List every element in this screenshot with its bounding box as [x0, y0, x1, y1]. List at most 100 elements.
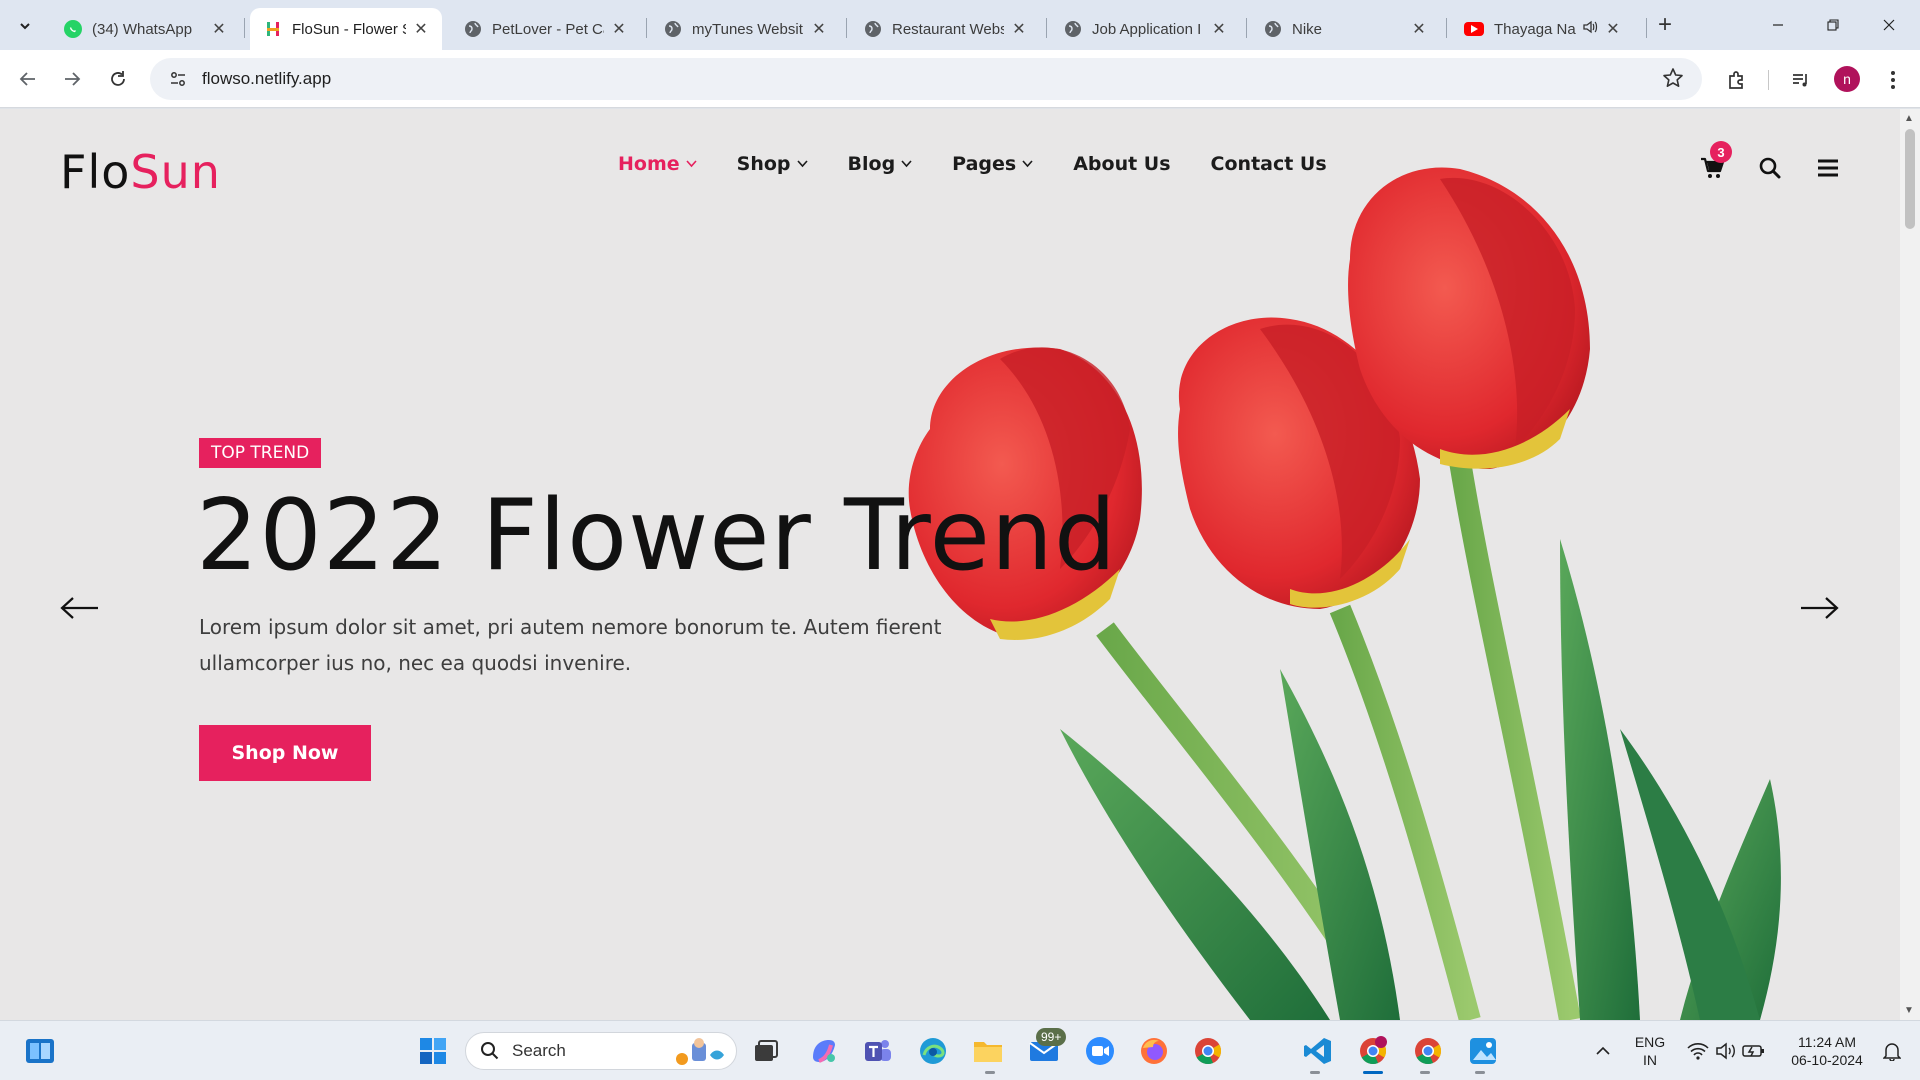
nav-label: Shop — [736, 153, 791, 175]
tab-search-button[interactable] — [10, 12, 40, 40]
photos-app-icon[interactable] — [1465, 1033, 1501, 1069]
chrome-profile-icon[interactable] — [1355, 1033, 1391, 1069]
running-indicator — [1420, 1071, 1430, 1074]
tab-nike[interactable]: Nike ✕ — [1250, 8, 1440, 50]
address-bar[interactable]: flowso.netlify.app — [150, 58, 1702, 100]
show-hidden-icons-chevron-icon[interactable] — [1585, 1033, 1621, 1069]
minimize-icon[interactable] — [1755, 8, 1801, 42]
chrome-icon[interactable] — [1190, 1033, 1226, 1069]
nav-about-us[interactable]: About Us — [1073, 153, 1170, 175]
language-indicator[interactable]: ENG IN — [1628, 1033, 1672, 1069]
site-logo[interactable]: FloSun — [60, 145, 221, 199]
restore-icon[interactable] — [1810, 8, 1856, 42]
taskbar-search-box[interactable]: Search — [465, 1032, 737, 1070]
search-icon[interactable] — [1755, 153, 1785, 183]
globe-icon — [1064, 20, 1082, 38]
clock-date: 06-10-2024 — [1791, 1052, 1863, 1068]
page-scrollbar[interactable]: ▲ ▼ — [1900, 109, 1920, 1020]
back-arrow-icon[interactable] — [12, 63, 44, 95]
search-highlight-illustration-icon — [676, 1038, 724, 1065]
close-tab-icon[interactable]: ✕ — [1210, 19, 1228, 39]
tab-divider — [646, 18, 647, 38]
nav-label: Blog — [847, 153, 896, 175]
forward-arrow-icon[interactable] — [56, 63, 88, 95]
nav-blog[interactable]: Blog — [848, 153, 913, 175]
tab-whatsapp[interactable]: (34) WhatsApp ✕ — [50, 8, 240, 50]
scroll-down-icon[interactable]: ▼ — [1904, 1005, 1914, 1016]
close-tab-icon[interactable]: ✕ — [412, 19, 430, 39]
profile-avatar[interactable]: n — [1834, 66, 1860, 92]
speaker-icon[interactable] — [1582, 19, 1598, 39]
toolbar-divider — [1768, 70, 1769, 90]
menu-kebab-icon[interactable] — [1878, 65, 1908, 95]
file-explorer-icon[interactable] — [970, 1033, 1006, 1069]
tab-restaurant[interactable]: Restaurant Webs ✕ — [850, 8, 1040, 50]
reload-icon[interactable] — [102, 63, 134, 95]
nav-pages[interactable]: Pages — [952, 153, 1033, 175]
tab-title: Thayaga Naa — [1494, 20, 1576, 38]
zoom-icon[interactable] — [1082, 1033, 1118, 1069]
firefox-icon[interactable] — [1136, 1033, 1172, 1069]
teams-icon[interactable] — [860, 1033, 896, 1069]
tab-title: (34) WhatsApp — [92, 20, 193, 38]
nav-label: Contact Us — [1210, 153, 1327, 175]
tab-divider — [1646, 18, 1647, 38]
close-tab-icon[interactable]: ✕ — [810, 19, 828, 39]
globe-icon — [1264, 20, 1282, 38]
nav-contact-us[interactable]: Contact Us — [1211, 153, 1327, 175]
scroll-up-icon[interactable]: ▲ — [1904, 113, 1914, 124]
slider-prev-arrow-icon[interactable] — [58, 593, 102, 623]
tab-mytunes[interactable]: myTunes Websit ✕ — [650, 8, 840, 50]
windows-start-icon[interactable] — [415, 1033, 451, 1069]
widgets-icon[interactable] — [22, 1033, 58, 1069]
scrollbar-thumb[interactable] — [1905, 129, 1915, 229]
tab-title: Restaurant Webs — [892, 20, 1004, 38]
nav-home[interactable]: Home — [618, 153, 697, 175]
logo-text-flo: Flo — [60, 145, 131, 199]
running-indicator — [985, 1071, 995, 1074]
close-window-icon[interactable] — [1866, 8, 1912, 42]
whatsapp-icon — [64, 20, 82, 38]
slider-next-arrow-icon[interactable] — [1797, 593, 1841, 623]
chevron-down-icon — [901, 160, 912, 168]
clock-time: 11:24 AM — [1797, 1034, 1857, 1050]
extensions-puzzle-icon[interactable] — [1722, 65, 1752, 95]
battery-charging-icon[interactable] — [1736, 1033, 1772, 1069]
copilot-icon[interactable] — [806, 1033, 842, 1069]
vscode-icon[interactable] — [1300, 1033, 1336, 1069]
chevron-down-icon — [20, 23, 30, 30]
close-tab-icon[interactable]: ✕ — [1604, 19, 1622, 39]
shop-now-button[interactable]: Shop Now — [199, 725, 371, 781]
clock[interactable]: 11:24 AM 06-10-2024 — [1780, 1033, 1874, 1069]
tab-flosun[interactable]: FloSun - Flower S ✕ — [250, 8, 442, 50]
running-indicator — [1310, 1071, 1320, 1074]
tab-divider — [1446, 18, 1447, 38]
active-indicator — [1363, 1071, 1383, 1074]
youtube-icon — [1464, 22, 1484, 36]
globe-icon — [464, 20, 482, 38]
tab-job-application[interactable]: Job Application I ✕ — [1050, 8, 1240, 50]
close-tab-icon[interactable]: ✕ — [1010, 19, 1028, 39]
close-tab-icon[interactable]: ✕ — [1410, 19, 1428, 39]
close-tab-icon[interactable]: ✕ — [610, 19, 628, 39]
cart-count-badge: 3 — [1710, 141, 1732, 163]
task-view-icon[interactable] — [748, 1033, 784, 1069]
new-tab-plus-icon[interactable]: + — [1650, 10, 1680, 40]
chrome-icon[interactable] — [1410, 1033, 1446, 1069]
media-control-icon[interactable] — [1786, 65, 1816, 95]
hamburger-menu-icon[interactable] — [1813, 153, 1843, 183]
notification-bell-icon[interactable] — [1874, 1033, 1910, 1069]
edge-icon[interactable] — [915, 1033, 951, 1069]
site-info-icon[interactable] — [158, 70, 198, 88]
windows-taskbar: Search 99+ ENG IN 11:24 AM 06-10-2024 — [0, 1020, 1920, 1080]
tab-petlover[interactable]: PetLover - Pet Ca ✕ — [450, 8, 640, 50]
tab-divider — [846, 18, 847, 38]
hero-description: Lorem ipsum dolor sit amet, pri autem ne… — [199, 615, 942, 675]
nav-shop[interactable]: Shop — [737, 153, 808, 175]
bookmark-star-icon[interactable] — [1662, 67, 1684, 95]
close-tab-icon[interactable]: ✕ — [210, 19, 228, 39]
tab-youtube[interactable]: Thayaga Naa ✕ — [1450, 8, 1640, 50]
nav-label: Pages — [952, 153, 1017, 175]
main-navigation: Home Shop Blog Pages About Us Contact Us — [618, 153, 1327, 175]
tab-divider — [1246, 18, 1247, 38]
